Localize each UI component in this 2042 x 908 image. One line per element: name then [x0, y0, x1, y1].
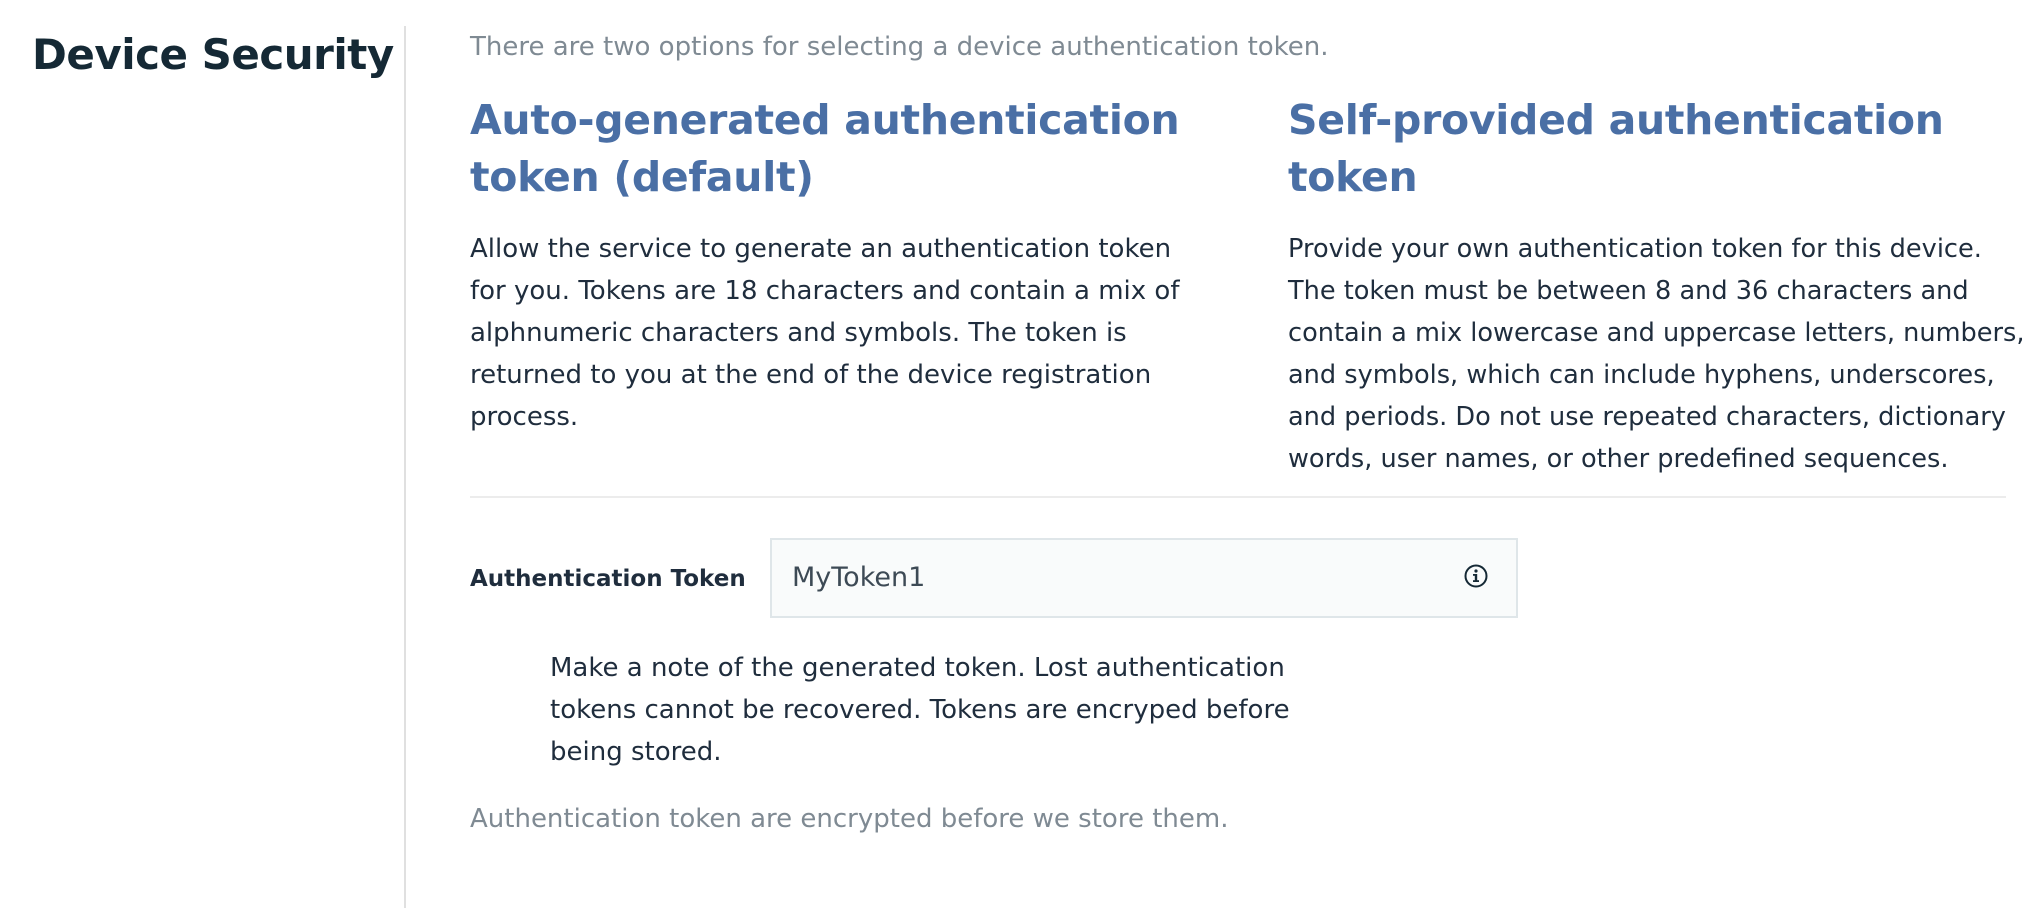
- self-provided-token-heading: Self-provided authentication token: [1288, 96, 1944, 201]
- intro-text: There are two options for selecting a de…: [470, 32, 1329, 62]
- vertical-divider: [404, 26, 406, 908]
- self-provided-token-option: Self-provided authentication token Provi…: [1288, 92, 2028, 480]
- authentication-token-label: Authentication Token: [470, 566, 746, 592]
- auto-generated-token-description: Allow the service to generate an authent…: [470, 234, 1180, 432]
- authentication-token-input[interactable]: [792, 540, 1432, 616]
- encryption-footer-text: Authentication token are encrypted befor…: [470, 804, 1229, 834]
- token-note: Make a note of the generated token. Lost…: [550, 653, 1290, 767]
- section-divider: [470, 496, 2006, 498]
- self-provided-token-description: Provide your own authentication token fo…: [1288, 234, 2025, 474]
- info-icon[interactable]: [1464, 564, 1488, 588]
- page-title: Device Security: [32, 30, 394, 79]
- auto-generated-token-heading: Auto-generated authentication token (def…: [470, 96, 1180, 201]
- auto-generated-token-option: Auto-generated authentication token (def…: [470, 92, 1215, 438]
- authentication-token-field[interactable]: [770, 538, 1518, 618]
